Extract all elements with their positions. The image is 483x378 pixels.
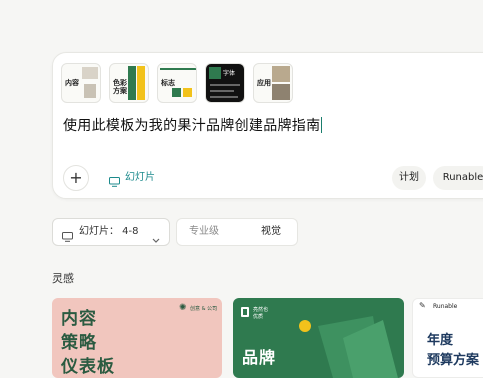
monitor-icon — [62, 227, 73, 246]
template-thumb-label: 应用 — [257, 79, 271, 87]
inspiration-card[interactable]: 内容 策略 仪表板 ✺ 创意 & 公司 — [52, 298, 222, 378]
template-thumb-application[interactable]: 应用 — [253, 63, 293, 103]
inspiration-heading: 灵感 — [52, 272, 74, 285]
plus-icon: + — [69, 168, 83, 187]
card-brand: 创意 & 公司 — [190, 306, 218, 312]
inspiration-card[interactable]: ✎ Runable 年度 预算方案 — [412, 298, 483, 378]
template-thumb-logo[interactable]: 标志 — [157, 63, 197, 103]
card-brand: Runable — [433, 303, 458, 310]
card-line: 年度 — [427, 333, 454, 348]
template-thumb-label: 标志 — [161, 79, 175, 87]
sun-icon: ✺ — [179, 303, 187, 313]
prompt-text: 使用此模板为我的果汁品牌创建品牌指南 — [63, 118, 321, 134]
template-thumb-font[interactable]: 字体 — [205, 63, 245, 103]
slides-count-dropdown[interactable]: 幻灯片： 4-8 — [52, 218, 170, 246]
template-thumb-label: 内容 — [65, 79, 79, 87]
chevron-down-icon — [152, 229, 160, 248]
card-brand: 优质 — [253, 314, 264, 320]
add-attachment-button[interactable]: + — [63, 165, 89, 191]
card-title: 品牌 — [242, 348, 277, 367]
runable-label: Runable — [442, 172, 483, 183]
card-line: 仪表板 — [61, 357, 115, 377]
template-thumb-label: 字体 — [223, 70, 236, 77]
slides-count-label: 幻灯片： 4-8 — [79, 226, 139, 237]
prompt-composer: 内容 色彩 方案 标志 字体 应用 使用此模板为我的果汁品牌创建品牌指南 + 幻… — [52, 52, 483, 199]
card-line: 预算方案 — [427, 353, 480, 368]
logo-mark-icon — [241, 307, 249, 317]
runable-button[interactable]: Runable — [433, 166, 483, 190]
plan-button[interactable]: 计划 — [392, 166, 426, 190]
card-line: 内容 — [61, 309, 97, 329]
inspiration-card[interactable]: 亮然也 优质 品牌 — [233, 298, 404, 378]
visual-option[interactable]: 视觉 — [261, 219, 281, 245]
mode-label: 幻灯片 — [125, 172, 155, 183]
level-option[interactable]: 专业级 — [189, 219, 219, 245]
text-caret — [321, 117, 323, 133]
style-segmented-control: 专业级 视觉 — [176, 218, 298, 246]
template-thumb-label-2: 方案 — [113, 87, 127, 95]
plan-label: 计划 — [399, 172, 419, 183]
card-brand: 亮然也 — [253, 307, 269, 313]
template-thumb-color[interactable]: 色彩 方案 — [109, 63, 149, 103]
card-line: 策略 — [61, 333, 97, 353]
monitor-icon — [109, 172, 120, 191]
prompt-input[interactable]: 使用此模板为我的果汁品牌创建品牌指南 — [63, 115, 323, 135]
runable-logo-icon: ✎ — [419, 301, 426, 310]
template-thumb-content[interactable]: 内容 — [61, 63, 101, 103]
